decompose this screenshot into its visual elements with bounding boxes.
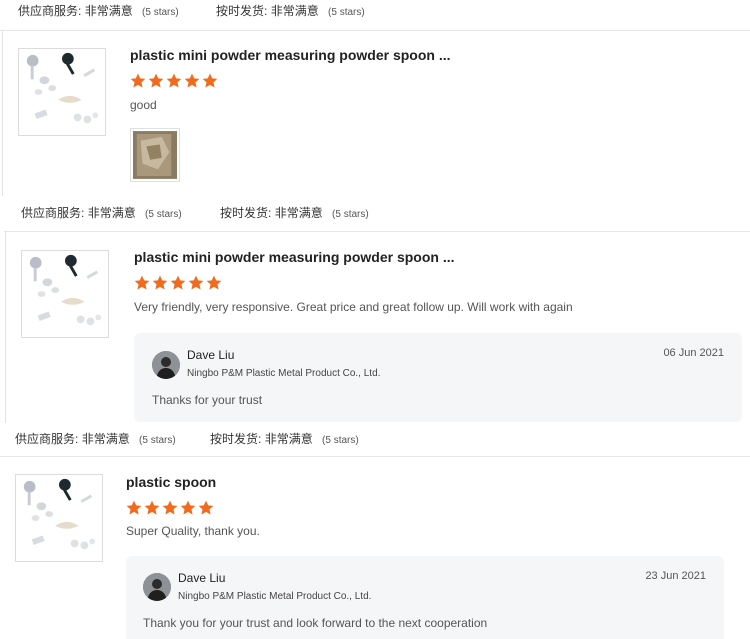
on-time-shipment-stars: (5 stars) — [332, 209, 369, 220]
supplier-service-stars: (5 stars) — [142, 7, 179, 18]
on-time-shipment-label: 按时发货: — [216, 4, 268, 18]
review-photo[interactable] — [130, 128, 180, 182]
star-rating — [126, 500, 214, 516]
supplier-service-value: 非常满意 — [87, 206, 136, 220]
product-title-link[interactable]: plastic spoon — [126, 474, 216, 490]
spoons-image — [23, 478, 96, 550]
reply-author-name: Dave Liu — [178, 571, 226, 585]
spoons-image — [26, 52, 99, 124]
person-avatar-image — [152, 351, 180, 379]
star-icon — [148, 73, 164, 88]
star-icon — [144, 500, 160, 515]
product-title-link[interactable]: plastic mini powder measuring powder spo… — [134, 249, 455, 265]
star-rating — [134, 275, 222, 291]
star-icon — [170, 275, 186, 290]
divider — [0, 30, 750, 31]
review-comment: good — [130, 98, 157, 112]
shipment-rating: 按时发货: 非常满意 (5 stars) — [220, 204, 369, 221]
star-icon — [152, 275, 168, 290]
reply-company-name: Ningbo P&M Plastic Metal Product Co., Lt… — [178, 591, 372, 602]
card-border-left — [5, 231, 6, 423]
supplier-service-value: 非常满意 — [84, 4, 133, 18]
on-time-shipment-stars: (5 stars) — [328, 7, 365, 18]
product-thumbnail[interactable] — [21, 250, 109, 338]
supplier-reply: Dave Liu Ningbo P&M Plastic Metal Produc… — [126, 556, 724, 639]
supplier-service-stars: (5 stars) — [139, 435, 176, 446]
product-thumbnail[interactable] — [18, 48, 106, 136]
supplier-service-stars: (5 stars) — [145, 209, 182, 220]
divider — [0, 456, 750, 457]
star-icon — [202, 73, 218, 88]
product-title-link[interactable]: plastic mini powder measuring powder spo… — [130, 47, 451, 63]
review-comment: Super Quality, thank you. — [126, 524, 260, 538]
on-time-shipment-value: 非常满意 — [270, 4, 319, 18]
supplier-service-label: 供应商服务: — [15, 432, 79, 446]
product-thumbnail[interactable] — [15, 474, 103, 562]
divider — [4, 231, 750, 232]
ratings-row: 供应商服务: 非常满意 (5 stars) 按时发货: 非常满意 (5 star… — [21, 204, 369, 221]
on-time-shipment-label: 按时发货: — [220, 206, 272, 220]
ratings-row-top: 供应商服务: 非常满意 (5 stars) 按时发货: 非常满意 (5 star… — [18, 2, 365, 19]
star-icon — [126, 500, 142, 515]
star-icon — [134, 275, 150, 290]
supplier-service-label: 供应商服务: — [21, 206, 85, 220]
on-time-shipment-value: 非常满意 — [274, 206, 323, 220]
reply-date: 23 Jun 2021 — [645, 570, 706, 582]
card-border-left — [2, 30, 3, 196]
star-icon — [198, 500, 214, 515]
reply-text: Thank you for your trust and look forwar… — [143, 616, 488, 630]
shipment-rating: 按时发货: 非常满意 (5 stars) — [210, 430, 359, 447]
photo-image — [133, 131, 177, 179]
star-icon — [166, 73, 182, 88]
avatar — [143, 573, 171, 601]
supplier-service-label: 供应商服务: — [18, 4, 82, 18]
star-icon — [188, 275, 204, 290]
reply-author-name: Dave Liu — [187, 348, 235, 362]
on-time-shipment-stars: (5 stars) — [322, 435, 359, 446]
avatar — [152, 351, 180, 379]
star-rating — [130, 73, 218, 89]
star-icon — [180, 500, 196, 515]
star-icon — [184, 73, 200, 88]
supplier-reply: Dave Liu Ningbo P&M Plastic Metal Produc… — [134, 333, 742, 422]
reply-company-name: Ningbo P&M Plastic Metal Product Co., Lt… — [187, 368, 381, 379]
review-comment: Very friendly, very responsive. Great pr… — [134, 300, 573, 314]
on-time-shipment-label: 按时发货: — [210, 432, 262, 446]
ratings-row: 供应商服务: 非常满意 (5 stars) 按时发货: 非常满意 (5 star… — [15, 430, 359, 447]
star-icon — [206, 275, 222, 290]
spoons-image — [29, 254, 102, 326]
shipment-rating: 按时发货: 非常满意 (5 stars) — [216, 2, 365, 19]
supplier-service-value: 非常满意 — [81, 432, 130, 446]
on-time-shipment-value: 非常满意 — [264, 432, 313, 446]
reply-text: Thanks for your trust — [152, 393, 263, 407]
star-icon — [162, 500, 178, 515]
star-icon — [130, 73, 146, 88]
person-avatar-image — [143, 573, 171, 601]
reply-date: 06 Jun 2021 — [663, 347, 724, 359]
